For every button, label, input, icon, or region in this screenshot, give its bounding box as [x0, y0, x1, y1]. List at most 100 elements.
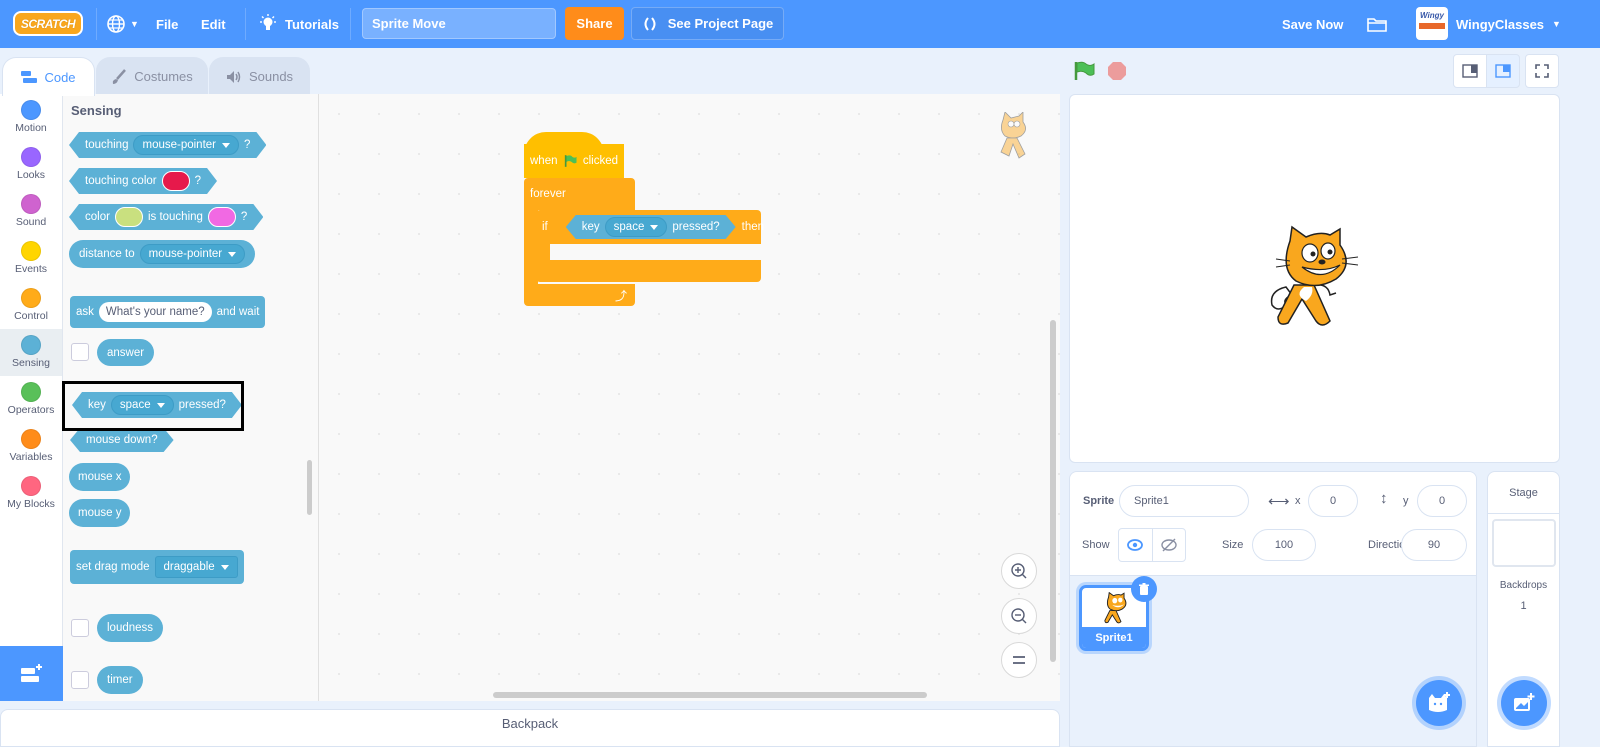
block-mouse-y[interactable]: mouse y — [69, 499, 131, 527]
stage-target-pane[interactable]: Stage Backdrops 1 — [1487, 471, 1560, 747]
tab-sounds-label: Sounds — [248, 69, 294, 84]
block-when-flag-clicked[interactable]: when clicked — [524, 144, 624, 178]
edit-menu[interactable]: Edit — [201, 0, 226, 48]
choose-backdrop-button[interactable] — [1501, 680, 1547, 726]
sprite-name-input[interactable]: Sprite1 — [1119, 485, 1249, 517]
tab-costumes-label: Costumes — [134, 69, 193, 84]
block-touching-color[interactable]: touching color ? — [69, 168, 217, 194]
my-stuff-button[interactable] — [1367, 0, 1387, 48]
category-label: Operators — [7, 404, 55, 416]
size-input[interactable]: 100 — [1252, 529, 1316, 561]
speaker-icon — [226, 70, 241, 83]
stage-canvas[interactable] — [1069, 94, 1560, 463]
palette-scrollbar[interactable] — [307, 460, 312, 515]
file-menu[interactable]: File — [156, 0, 178, 48]
category-my-blocks[interactable]: My Blocks — [0, 470, 62, 517]
category-looks[interactable]: Looks — [0, 141, 62, 188]
eye-icon — [1127, 539, 1144, 551]
block-label: touching color — [85, 175, 157, 187]
tutorials-button[interactable]: Tutorials — [259, 0, 339, 48]
fullscreen-button[interactable] — [1525, 54, 1559, 88]
stop-button[interactable] — [1107, 61, 1127, 86]
see-project-page-button[interactable]: See Project Page — [631, 7, 784, 40]
block-loudness[interactable]: loudness — [97, 614, 164, 642]
dropdown-value: mouse-pointer — [148, 248, 223, 260]
zoom-out-button[interactable] — [1001, 598, 1037, 634]
workspace-horizontal-scrollbar[interactable] — [493, 692, 927, 698]
small-stage-button[interactable] — [1453, 54, 1487, 88]
project-title-input[interactable]: Sprite Move — [362, 8, 556, 39]
choose-sprite-button[interactable] — [1416, 680, 1462, 726]
forever-bottom: ⤴ — [524, 284, 635, 306]
share-button[interactable]: Share — [565, 7, 624, 40]
drag-mode-dropdown[interactable]: draggable — [154, 556, 238, 578]
loudness-checkbox[interactable] — [71, 619, 89, 637]
color-swatch[interactable] — [208, 207, 236, 227]
category-events[interactable]: Events — [0, 235, 62, 282]
block-answer[interactable]: answer — [97, 339, 155, 366]
normal-stage-button[interactable] — [1486, 54, 1520, 88]
block-touching[interactable]: touching mouse-pointer ? — [69, 132, 266, 158]
save-now-button[interactable]: Save Now — [1282, 0, 1343, 48]
key-dropdown[interactable]: space — [605, 217, 668, 237]
answer-checkbox[interactable] — [71, 343, 89, 361]
account-menu[interactable]: WingyClasses ▼ — [1456, 0, 1561, 48]
block-set-drag-mode[interactable]: set drag mode draggable — [70, 550, 244, 584]
block-label: key — [581, 221, 600, 233]
backpack[interactable]: Backpack — [0, 709, 1060, 747]
stage-thumbnail[interactable] — [1492, 519, 1556, 567]
color-swatch[interactable] — [162, 171, 190, 191]
condition-key-pressed[interactable]: key space pressed? — [566, 215, 736, 239]
cat-sprite[interactable] — [1264, 225, 1364, 335]
category-motion[interactable]: Motion — [0, 94, 62, 141]
touching-dropdown[interactable]: mouse-pointer — [133, 135, 239, 155]
category-sensing[interactable]: Sensing — [0, 329, 62, 376]
see-project-page-label: See Project Page — [667, 16, 774, 31]
category-operators[interactable]: Operators — [0, 376, 62, 423]
language-menu[interactable]: ▼ — [106, 0, 139, 48]
ask-text-input[interactable]: What's your name? — [98, 302, 212, 322]
code-workspace[interactable]: when clicked forever ⤴ if key space pres… — [319, 94, 1060, 701]
green-flag-button[interactable] — [1074, 61, 1096, 86]
distance-dropdown[interactable]: mouse-pointer — [139, 244, 246, 264]
block-ask-and-wait[interactable]: ask What's your name? and wait — [70, 296, 266, 328]
block-if-then[interactable]: if key space pressed? then — [536, 210, 765, 244]
tab-sounds[interactable]: Sounds — [209, 57, 310, 95]
block-forever[interactable]: forever — [524, 178, 635, 210]
block-mouse-down[interactable]: mouse down? — [70, 428, 174, 452]
timer-checkbox[interactable] — [71, 671, 89, 689]
workspace-vertical-scrollbar[interactable] — [1050, 320, 1056, 662]
block-label: ? — [240, 211, 248, 223]
block-color-is-touching[interactable]: color is touching ? — [69, 204, 263, 230]
block-distance-to[interactable]: distance to mouse-pointer — [69, 240, 256, 268]
normal-stage-icon — [1495, 64, 1511, 78]
block-mouse-x[interactable]: mouse x — [69, 463, 131, 491]
block-label: then — [741, 221, 765, 233]
zoom-reset-button[interactable] — [1001, 642, 1037, 678]
show-label: Show — [1082, 539, 1110, 551]
looks-dot-icon — [21, 147, 41, 167]
zoom-in-button[interactable] — [1001, 553, 1037, 589]
x-label: x — [1295, 495, 1301, 507]
y-input[interactable]: 0 — [1417, 485, 1467, 517]
add-extension-button[interactable] — [0, 646, 63, 701]
show-sprite-button[interactable] — [1119, 529, 1153, 561]
tab-code[interactable]: Code — [2, 57, 95, 96]
tab-code-label: Code — [44, 69, 76, 85]
scratch-logo[interactable]: SCRATCH — [13, 11, 83, 36]
category-sound[interactable]: Sound — [0, 188, 62, 235]
code-blocks-icon — [21, 71, 38, 83]
x-input[interactable]: 0 — [1308, 485, 1358, 517]
block-timer[interactable]: timer — [97, 666, 143, 694]
avatar[interactable]: Wingy — [1416, 7, 1448, 40]
tab-costumes[interactable]: Costumes — [96, 57, 208, 95]
direction-input[interactable]: 90 — [1401, 529, 1467, 561]
category-variables[interactable]: Variables — [0, 423, 62, 470]
color-swatch[interactable] — [115, 207, 143, 227]
block-label: ? — [194, 175, 202, 187]
category-control[interactable]: Control — [0, 282, 62, 329]
sprite-thumbnail-label: Sprite1 — [1082, 627, 1146, 648]
hide-sprite-button[interactable] — [1153, 529, 1186, 561]
remix-arrows-icon — [644, 16, 656, 31]
delete-sprite-button[interactable] — [1131, 576, 1157, 602]
